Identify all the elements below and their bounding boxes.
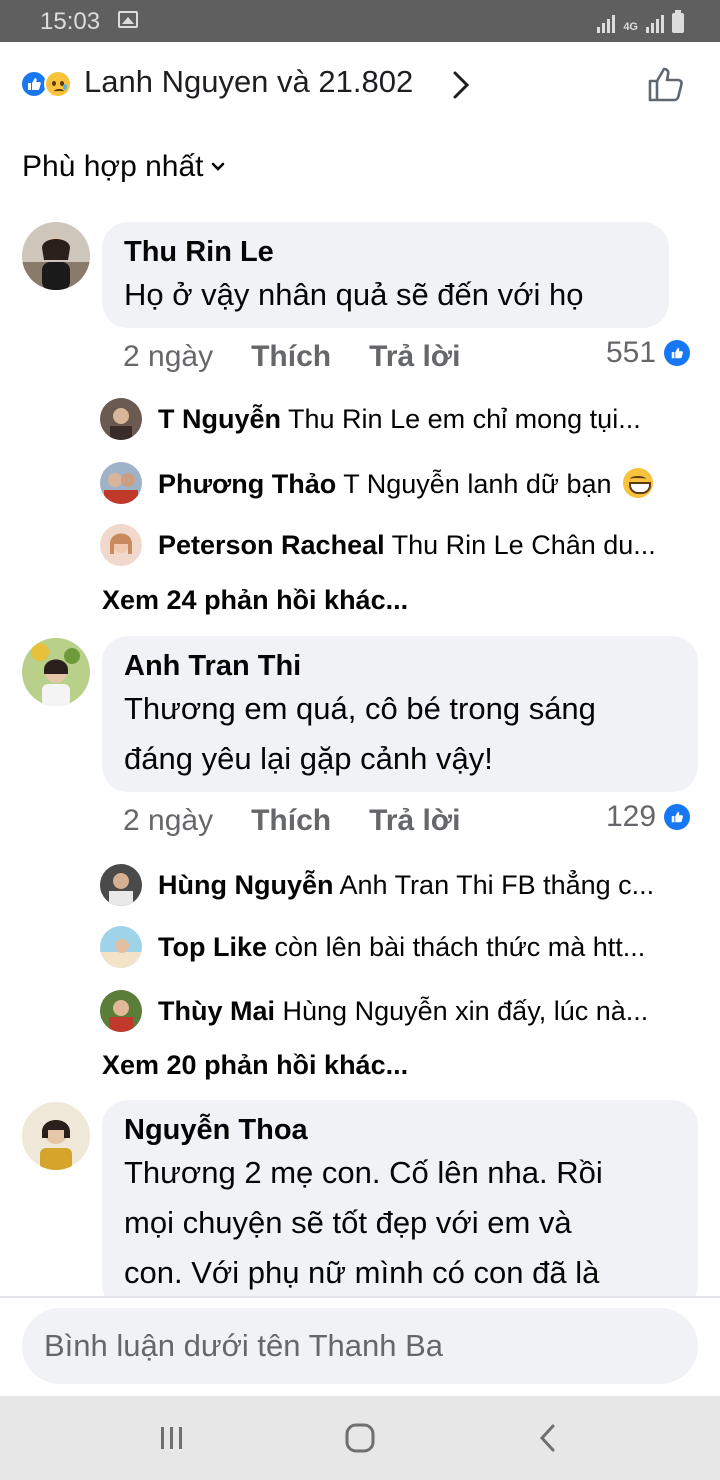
reply-comment-button[interactable]: Trả lời (369, 340, 460, 374)
chevron-down-icon (212, 162, 225, 171)
reply-line: Top Like còn lên bài thách thức mà htt..… (158, 932, 698, 963)
reply-text: còn lên bài thách thức mà htt... (274, 932, 646, 962)
signal-icon (597, 13, 616, 33)
reply-text: Hùng Nguyễn xin đấy, lúc nà... (282, 996, 649, 1026)
reactions-header[interactable]: Lanh Nguyen và 21.802 (0, 42, 720, 126)
comment-input[interactable] (22, 1308, 698, 1384)
reply-text: T Nguyễn lanh dữ bạn (343, 469, 612, 499)
comment-bubble[interactable]: Anh Tran Thi Thương em quá, cô bé trong … (102, 636, 698, 792)
reply-author[interactable]: Phương Thảo (158, 469, 336, 499)
like-count-value: 129 (606, 800, 657, 833)
back-button[interactable] (528, 1418, 568, 1458)
chevron-right-icon (453, 71, 470, 99)
like-badge-icon (664, 340, 691, 366)
comment-author[interactable]: Anh Tran Thi (124, 648, 678, 684)
avatar[interactable] (22, 222, 90, 290)
network-type: 4G (623, 21, 638, 33)
reply-item[interactable]: Hùng Nguyễn Anh Tran Thi FB thẳng c... (100, 864, 700, 908)
avatar[interactable] (100, 462, 142, 504)
comment-like-count[interactable]: 129 (606, 800, 691, 834)
like-comment-button[interactable]: Thích (251, 804, 331, 838)
reply-text: Thu Rin Le em chỉ mong tụi... (288, 404, 641, 434)
status-bar: 15:03 4G (0, 0, 720, 42)
comment-time: 2 ngày (123, 804, 214, 837)
system-navigation-bar (0, 1396, 720, 1480)
reply-item[interactable]: T Nguyễn Thu Rin Le em chỉ mong tụi... (100, 398, 700, 442)
comment-text-line: Thương em quá, cô bé trong sáng (124, 691, 596, 726)
sort-dropdown[interactable]: Phù hợp nhất (22, 150, 225, 184)
reply-author[interactable]: T Nguyễn (158, 404, 281, 434)
reply-item[interactable]: Top Like còn lên bài thách thức mà htt..… (100, 926, 700, 970)
battery-icon (672, 10, 684, 33)
reply-author[interactable]: Hùng Nguyễn (158, 870, 334, 900)
reply-comment-button[interactable]: Trả lời (369, 804, 460, 838)
reply-item[interactable]: Thùy Mai Hùng Nguyễn xin đấy, lúc nà... (100, 990, 700, 1034)
avatar[interactable] (22, 638, 90, 706)
comment-text-line: mọi chuyện sẽ tốt đẹp với em và (124, 1205, 572, 1240)
comment-author[interactable]: Thu Rin Le (124, 234, 649, 270)
reply-author[interactable]: Thùy Mai (158, 996, 275, 1026)
comment-time: 2 ngày (123, 340, 214, 373)
avatar[interactable] (100, 926, 142, 968)
comment-actions: 2 ngày Thích Trả lời (123, 340, 460, 374)
comment-like-count[interactable]: 551 (606, 336, 691, 370)
comment-author[interactable]: Nguyễn Thoa (124, 1112, 678, 1148)
sort-label: Phù hợp nhất (22, 150, 204, 183)
sad-reaction-icon (44, 70, 72, 98)
comment-text: Họ ở vậy nhân quả sẽ đến với họ (124, 277, 584, 312)
avatar[interactable] (100, 398, 142, 440)
status-time: 15:03 (40, 8, 101, 35)
reply-author[interactable]: Peterson Racheal (158, 530, 385, 560)
like-count-value: 551 (606, 336, 657, 369)
avatar[interactable] (100, 524, 142, 566)
reply-line: T Nguyễn Thu Rin Le em chỉ mong tụi... (158, 404, 698, 435)
comment-bubble[interactable]: Thu Rin Le Họ ở vậy nhân quả sẽ đến với … (102, 222, 669, 328)
recent-apps-button[interactable] (152, 1418, 192, 1458)
reply-line: Peterson Racheal Thu Rin Le Chân du... (158, 530, 698, 561)
grinning-emoji-icon (623, 468, 654, 498)
reply-author[interactable]: Top Like (158, 932, 267, 962)
avatar[interactable] (100, 864, 142, 906)
reaction-summary: Lanh Nguyen và 21.802 (84, 64, 414, 99)
gallery-notification-icon (118, 11, 138, 28)
view-more-replies[interactable]: Xem 24 phản hồi khác... (102, 585, 408, 616)
avatar[interactable] (100, 990, 142, 1032)
home-button[interactable] (340, 1418, 380, 1458)
reply-text: Thu Rin Le Chân du... (391, 530, 656, 560)
avatar[interactable] (22, 1102, 90, 1170)
like-badge-icon (664, 804, 691, 830)
view-more-replies[interactable]: Xem 20 phản hồi khác... (102, 1050, 408, 1081)
reply-item[interactable]: Peterson Racheal Thu Rin Le Chân du... (100, 524, 700, 568)
signal-icon-2 (646, 13, 664, 33)
comment-bubble[interactable]: Nguyễn Thoa Thương 2 mẹ con. Cố lên nha.… (102, 1100, 698, 1310)
reply-text: Anh Tran Thi FB thẳng c... (339, 870, 655, 900)
reply-item[interactable]: Phương Thảo T Nguyễn lanh dữ bạn (100, 462, 700, 506)
reaction-icons (20, 70, 80, 100)
reply-line: Hùng Nguyễn Anh Tran Thi FB thẳng c... (158, 870, 698, 901)
reply-line: Phương Thảo T Nguyễn lanh dữ bạn (158, 468, 698, 500)
comment-text-line: đáng yêu lại gặp cảnh vậy! (124, 741, 493, 776)
like-comment-button[interactable]: Thích (251, 340, 331, 374)
comment-text-line: Thương 2 mẹ con. Cố lên nha. Rồi (124, 1155, 603, 1190)
comment-actions: 2 ngày Thích Trả lời (123, 804, 460, 838)
comment-composer (0, 1298, 720, 1396)
comment-text-line: con. Với phụ nữ mình có con đã là (124, 1255, 600, 1290)
reply-line: Thùy Mai Hùng Nguyễn xin đấy, lúc nà... (158, 996, 698, 1027)
like-outline-icon[interactable] (646, 64, 686, 104)
status-indicators: 4G (597, 9, 684, 33)
